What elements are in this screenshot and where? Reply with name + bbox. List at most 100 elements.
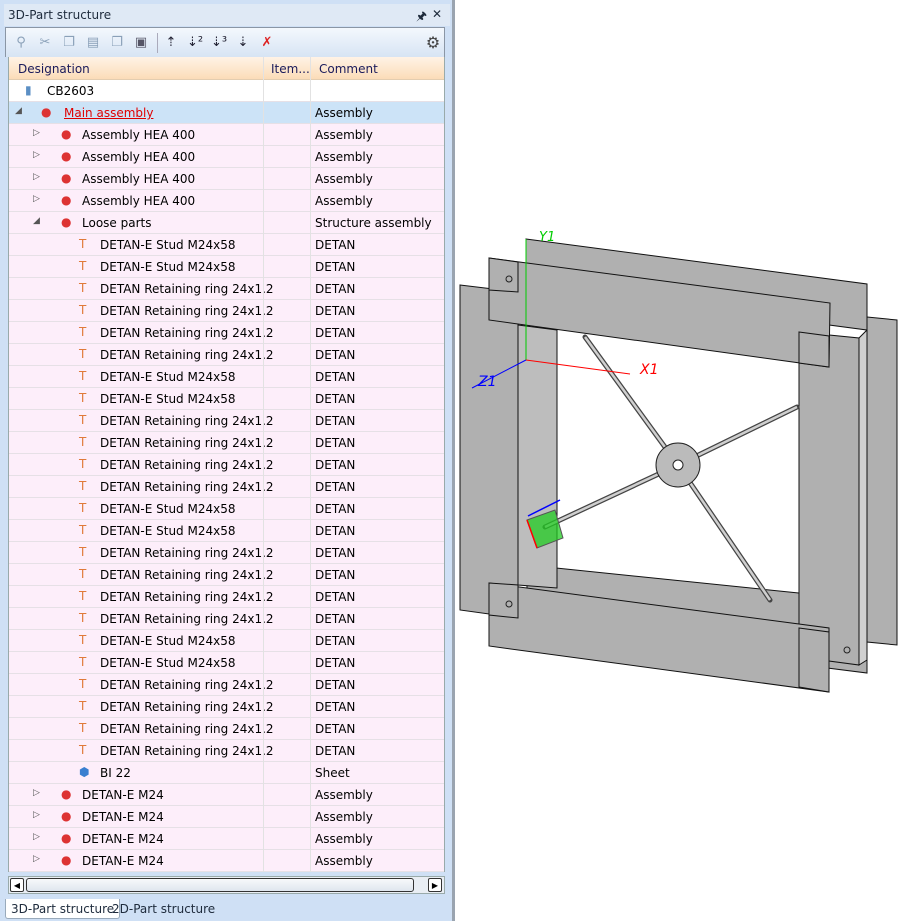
- tree-row[interactable]: ◢ ● Main assembly Assembly: [9, 102, 444, 124]
- tree-row[interactable]: ▷ ● DETAN-E M24 Assembly: [9, 806, 444, 828]
- copy-icon[interactable]: ❐: [60, 34, 78, 52]
- row-comment: DETAN: [315, 568, 356, 582]
- tree-row[interactable]: T DETAN Retaining ring 24x1.2 DETAN: [9, 608, 444, 630]
- tree-row[interactable]: T DETAN-E Stud M24x58 DETAN: [9, 366, 444, 388]
- tree-row[interactable]: T DETAN Retaining ring 24x1.2 DETAN: [9, 542, 444, 564]
- 3d-model-drawing: [459, 238, 898, 693]
- expand-icon[interactable]: ▷: [33, 194, 40, 204]
- expand-icon[interactable]: ▷: [33, 832, 40, 842]
- part-icon: T: [79, 699, 87, 713]
- toolbar-separator: [157, 33, 158, 53]
- tab-2d-part-structure[interactable]: 2D-Part structure: [107, 899, 220, 919]
- scroll-right-arrow[interactable]: ▶: [428, 878, 442, 892]
- row-designation: DETAN-E M24: [82, 788, 164, 802]
- copy-special-icon[interactable]: ❐: [108, 34, 126, 52]
- row-comment: Assembly: [315, 128, 373, 142]
- row-designation: DETAN Retaining ring 24x1.2: [100, 612, 274, 626]
- part-icon: T: [79, 281, 87, 295]
- part-icon: T: [79, 523, 87, 537]
- tree-row[interactable]: T DETAN Retaining ring 24x1.2 DETAN: [9, 476, 444, 498]
- tree-row[interactable]: T DETAN-E Stud M24x58 DETAN: [9, 520, 444, 542]
- tab-3d-part-structure[interactable]: 3D-Part structure: [5, 899, 121, 919]
- row-designation: DETAN Retaining ring 24x1.2: [100, 590, 274, 604]
- expand-icon[interactable]: ▷: [33, 810, 40, 820]
- row-designation: DETAN Retaining ring 24x1.2: [100, 348, 274, 362]
- collapse-level-1-icon[interactable]: ⇡: [162, 34, 180, 52]
- paste-special-icon[interactable]: ▣: [132, 34, 150, 52]
- expand-all-icon[interactable]: ⇣: [234, 34, 252, 52]
- tree-row[interactable]: T DETAN Retaining ring 24x1.2 DETAN: [9, 454, 444, 476]
- tree-row[interactable]: ▷ ● DETAN-E M24 Assembly: [9, 784, 444, 806]
- tree-row[interactable]: T DETAN Retaining ring 24x1.2 DETAN: [9, 344, 444, 366]
- tree-row[interactable]: T DETAN Retaining ring 24x1.2 DETAN: [9, 322, 444, 344]
- scroll-thumb[interactable]: [26, 878, 414, 892]
- column-item[interactable]: Item...: [271, 62, 310, 76]
- tree-row[interactable]: ▷ ● DETAN-E M24 Assembly: [9, 828, 444, 850]
- assembly-icon: ●: [61, 831, 72, 845]
- row-comment: DETAN: [315, 326, 356, 340]
- tree-row[interactable]: ▮ CB2603: [9, 80, 444, 102]
- cut-icon[interactable]: ✂: [36, 34, 54, 52]
- part-icon: T: [79, 589, 87, 603]
- tree-row[interactable]: T DETAN Retaining ring 24x1.2 DETAN: [9, 674, 444, 696]
- paste-icon[interactable]: ▤: [84, 34, 102, 52]
- x-axis-label: X1: [640, 362, 659, 378]
- tree-row[interactable]: ▷ ● Assembly HEA 400 Assembly: [9, 190, 444, 212]
- tree-row[interactable]: T DETAN Retaining ring 24x1.2 DETAN: [9, 564, 444, 586]
- row-comment: DETAN: [315, 722, 356, 736]
- tree-row[interactable]: ◢ ● Loose parts Structure assembly: [9, 212, 444, 234]
- tree-row[interactable]: T DETAN Retaining ring 24x1.2 DETAN: [9, 278, 444, 300]
- collapse-icon[interactable]: ◢: [33, 216, 40, 226]
- tree-row[interactable]: T DETAN Retaining ring 24x1.2 DETAN: [9, 740, 444, 762]
- row-comment: DETAN: [315, 392, 356, 406]
- column-comment[interactable]: Comment: [319, 62, 378, 76]
- collapse-icon[interactable]: ◢: [15, 106, 22, 116]
- expand-level-3-icon[interactable]: ⇣³: [210, 34, 228, 52]
- tree-row[interactable]: T DETAN-E Stud M24x58 DETAN: [9, 652, 444, 674]
- tree-row[interactable]: T DETAN-E Stud M24x58 DETAN: [9, 388, 444, 410]
- column-designation[interactable]: Designation: [18, 62, 90, 76]
- tree-row[interactable]: ⬢ BI 22 Sheet: [9, 762, 444, 784]
- column-divider: [263, 57, 264, 872]
- expand-icon[interactable]: ▷: [33, 788, 40, 798]
- settings-icon[interactable]: ⚙: [424, 34, 442, 52]
- tree-row[interactable]: T DETAN-E Stud M24x58 DETAN: [9, 256, 444, 278]
- structure-tree-grid: Designation Item... Comment ▮ CB2603 ◢ ● Mai…: [8, 57, 445, 872]
- horizontal-scrollbar[interactable]: ◀ ▶: [8, 876, 445, 894]
- part-icon: T: [79, 655, 87, 669]
- pin-icon[interactable]: 🖈︎: [416, 7, 427, 28]
- 3d-viewport[interactable]: Y1 X1 Z1: [458, 0, 900, 921]
- tree-row[interactable]: ▷ ● DETAN-E M24 Assembly: [9, 850, 444, 872]
- expand-level-2-icon[interactable]: ⇣²: [186, 34, 204, 52]
- part-icon: T: [79, 479, 87, 493]
- tree-row[interactable]: T DETAN-E Stud M24x58 DETAN: [9, 630, 444, 652]
- expand-icon[interactable]: ▷: [33, 854, 40, 864]
- row-comment: Assembly: [315, 810, 373, 824]
- tree-row[interactable]: T DETAN Retaining ring 24x1.2 DETAN: [9, 432, 444, 454]
- tree-row[interactable]: T DETAN-E Stud M24x58 DETAN: [9, 234, 444, 256]
- tree-row[interactable]: ▷ ● Assembly HEA 400 Assembly: [9, 146, 444, 168]
- tree-row[interactable]: T DETAN Retaining ring 24x1.2 DETAN: [9, 696, 444, 718]
- row-designation: DETAN-E M24: [82, 832, 164, 846]
- part-icon: T: [79, 237, 87, 251]
- row-designation: Assembly HEA 400: [82, 128, 196, 142]
- tree-row[interactable]: T DETAN Retaining ring 24x1.2 DETAN: [9, 410, 444, 432]
- y-axis-label: Y1: [539, 230, 556, 245]
- tree-row[interactable]: ▷ ● Assembly HEA 400 Assembly: [9, 124, 444, 146]
- tree-row[interactable]: T DETAN-E Stud M24x58 DETAN: [9, 498, 444, 520]
- tree-row[interactable]: ▷ ● Assembly HEA 400 Assembly: [9, 168, 444, 190]
- tree-row[interactable]: T DETAN Retaining ring 24x1.2 DETAN: [9, 300, 444, 322]
- expand-icon[interactable]: ▷: [33, 172, 40, 182]
- expand-icon[interactable]: ▷: [33, 128, 40, 138]
- close-icon[interactable]: ✕: [432, 7, 442, 21]
- row-comment: DETAN: [315, 436, 356, 450]
- tree-row[interactable]: T DETAN Retaining ring 24x1.2 DETAN: [9, 586, 444, 608]
- expand-icon[interactable]: ▷: [33, 150, 40, 160]
- row-designation: Loose parts: [82, 216, 152, 230]
- scroll-left-arrow[interactable]: ◀: [10, 878, 24, 892]
- search-icon[interactable]: ⚲: [12, 34, 30, 52]
- row-designation: DETAN-E M24: [82, 810, 164, 824]
- tree-row[interactable]: T DETAN Retaining ring 24x1.2 DETAN: [9, 718, 444, 740]
- row-comment: Assembly: [315, 106, 373, 120]
- clear-sort-icon[interactable]: ✗: [258, 34, 276, 52]
